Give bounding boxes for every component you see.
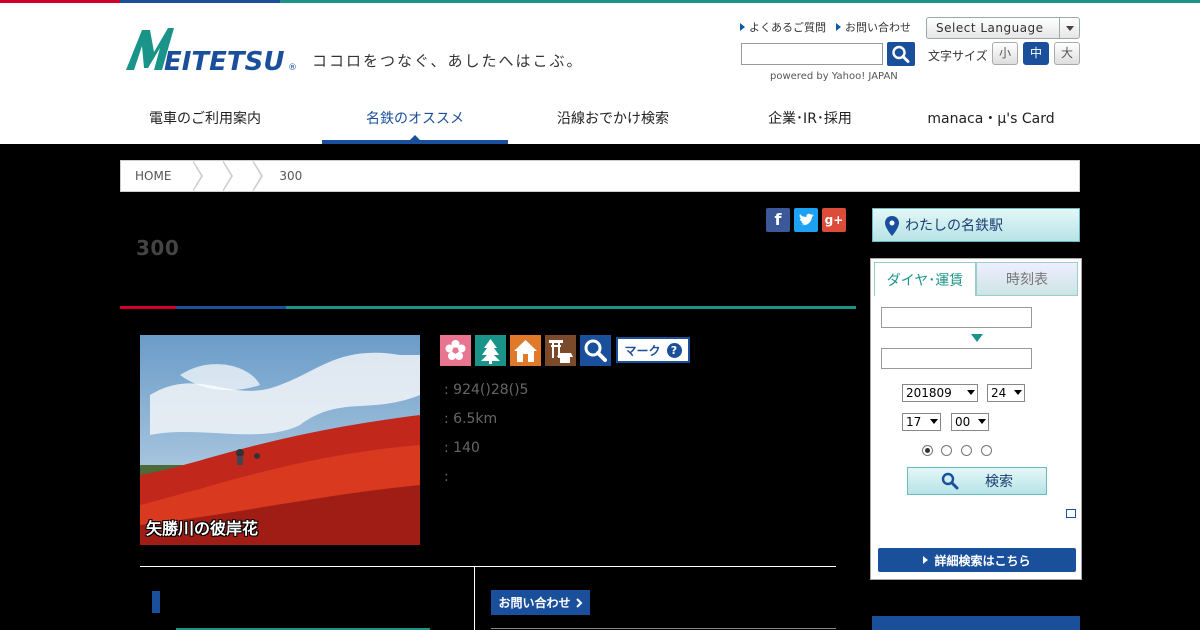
section-marker <box>152 591 160 613</box>
breadcrumb-separator <box>252 160 271 192</box>
twitter-bird-icon <box>799 213 814 226</box>
minute-select[interactable]: 00 <box>951 413 989 431</box>
tagline: ココロをつなぐ、あしたへはこぶ。 <box>312 52 584 70</box>
hour-select[interactable]: 17 <box>902 413 941 431</box>
route-search-tabs: ダイヤ･運賃 時刻表 <box>874 262 1078 296</box>
day-select[interactable]: 24 <box>987 384 1025 402</box>
contact-button[interactable]: お問い合わせ <box>491 590 590 615</box>
nav-manaca[interactable]: manaca・μ's Card <box>902 92 1080 144</box>
contact-button-label: お問い合わせ <box>498 596 571 610</box>
map-pin-icon <box>885 216 899 236</box>
info-period: : 924()28()5 <box>444 382 529 398</box>
detail-search-button[interactable]: 詳細検索はこちら <box>878 548 1076 572</box>
chevron-down-icon <box>1059 18 1079 38</box>
radio-arrival[interactable] <box>941 445 952 456</box>
powered-by: powered by Yahoo! JAPAN <box>770 71 898 82</box>
language-select-label: Select Language <box>936 21 1044 35</box>
language-select[interactable]: Select Language <box>926 17 1080 39</box>
svg-text:EITETSU: EITETSU <box>164 47 285 74</box>
contact-link[interactable]: お問い合わせ <box>836 19 911 35</box>
external-window-icon[interactable] <box>1066 509 1076 518</box>
global-nav: 電車のご利用案内 名鉄のオススメ 沿線おでかけ検索 企業･IR･採用 manac… <box>120 92 1080 144</box>
twitter-share-icon[interactable] <box>794 208 818 232</box>
search-icon <box>892 45 910 63</box>
radio-first-train[interactable] <box>961 445 972 456</box>
meitetsu-logo[interactable]: EITETSU ® <box>124 24 299 74</box>
font-size-medium-button[interactable]: 中 <box>1023 42 1049 65</box>
info-distance: : 6.5km <box>444 411 498 427</box>
year-month-select[interactable]: 201809 <box>902 384 978 402</box>
radio-departure[interactable] <box>922 445 933 456</box>
faq-link-label: よくあるご質問 <box>749 21 826 34</box>
photo-caption: 矢勝川の彼岸花 <box>146 519 259 538</box>
mark-help-label: マーク <box>624 343 661 358</box>
tab-timetable-fare[interactable]: ダイヤ･運賃 <box>874 262 976 296</box>
font-size-label: 文字サイズ <box>928 49 988 63</box>
spot-photo: 矢勝川の彼岸花 <box>140 335 420 545</box>
breadcrumb-home[interactable]: HOME <box>121 161 193 191</box>
my-station-label: わたしの名鉄駅 <box>905 218 1003 234</box>
sidebar-banner[interactable] <box>872 616 1080 630</box>
info-time: : 140 <box>444 440 480 456</box>
faq-link[interactable]: よくあるご質問 <box>740 19 826 35</box>
mark-help-button[interactable]: マーク ? <box>616 337 690 363</box>
page-title: 300 <box>136 236 180 260</box>
tab-timetable[interactable]: 時刻表 <box>976 262 1078 296</box>
arrow-right-icon <box>740 23 745 31</box>
arrow-down-icon <box>971 334 983 342</box>
nav-outing-search[interactable]: 沿線おでかけ検索 <box>508 92 718 144</box>
arrow-right-icon <box>836 23 841 31</box>
svg-text:®: ® <box>288 63 297 73</box>
breadcrumb-separator <box>222 160 241 192</box>
search-icon <box>580 335 611 366</box>
spider-lily-field-image <box>140 335 420 545</box>
utility-links: よくあるご質問 お問い合わせ <box>740 19 911 35</box>
google-plus-share-icon[interactable]: g+ <box>822 208 846 232</box>
arrival-station-input[interactable] <box>881 348 1032 369</box>
site-search-input[interactable] <box>741 43 883 65</box>
section-divider <box>140 566 836 567</box>
house-icon <box>510 335 541 366</box>
route-search-label: 検索 <box>985 474 1013 490</box>
contact-link-label: お問い合わせ <box>845 21 911 34</box>
tree-icon <box>475 335 506 366</box>
top-color-stripe <box>0 0 1200 3</box>
shrine-icon <box>545 335 576 366</box>
nav-train-guide[interactable]: 電車のご利用案内 <box>120 92 290 144</box>
site-header: EITETSU ® ココロをつなぐ、あしたへはこぶ。 よくあるご質問 お問い合わ… <box>0 0 1200 144</box>
nav-recommend[interactable]: 名鉄のオススメ <box>322 92 508 144</box>
info-note: : <box>444 469 449 485</box>
route-search-widget: ダイヤ･運賃 時刻表 201809 24 17 00 検索 詳細検索はこちら <box>870 258 1082 580</box>
my-station-button[interactable]: わたしの名鉄駅 <box>872 208 1080 242</box>
contact-underline <box>491 628 836 629</box>
site-search-button[interactable] <box>887 42 915 66</box>
font-size-small-button[interactable]: 小 <box>992 42 1018 65</box>
title-divider <box>120 306 856 309</box>
nav-corporate[interactable]: 企業･IR･採用 <box>718 92 902 144</box>
column-divider <box>474 567 475 630</box>
font-size-large-button[interactable]: 大 <box>1054 42 1080 65</box>
chevron-right-icon <box>575 597 582 608</box>
radio-last-train[interactable] <box>981 445 992 456</box>
facebook-share-icon[interactable]: f <box>766 208 790 232</box>
departure-station-input[interactable] <box>881 307 1032 328</box>
detail-search-label: 詳細検索はこちら <box>934 553 1031 568</box>
arrow-right-icon <box>923 556 929 564</box>
breadcrumb: HOME 300 <box>120 160 1080 192</box>
route-search-button[interactable]: 検索 <box>907 467 1047 495</box>
search-icon <box>941 472 959 490</box>
breadcrumb-separator <box>192 160 211 192</box>
page-root: EITETSU ® ココロをつなぐ、あしたへはこぶ。 よくあるご質問 お問い合わ… <box>0 0 1200 630</box>
question-icon: ? <box>666 342 682 358</box>
breadcrumb-current: 300 <box>279 169 303 183</box>
flower-icon <box>440 335 471 366</box>
